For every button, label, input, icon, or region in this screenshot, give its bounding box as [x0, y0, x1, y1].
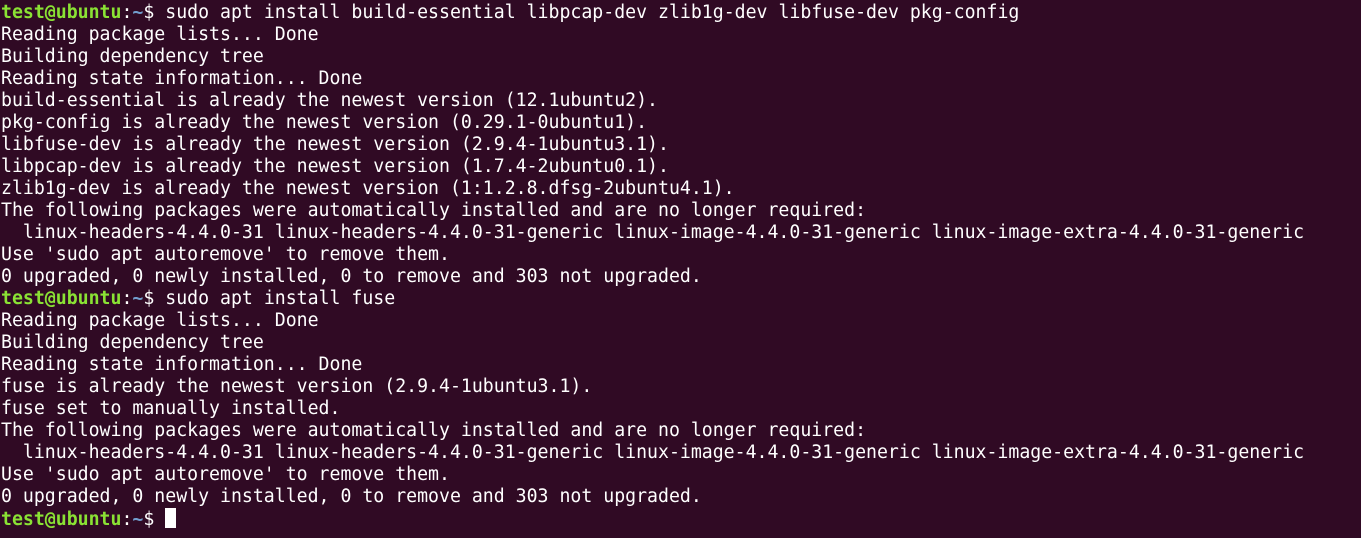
output-line: linux-headers-4.4.0-31 linux-headers-4.4…: [1, 222, 1305, 243]
output-line: Reading package lists... Done: [1, 310, 319, 331]
output-line: Use 'sudo apt autoremove' to remove them…: [1, 244, 450, 265]
output-line: zlib1g-dev is already the newest version…: [1, 178, 735, 199]
output-line: fuse is already the newest version (2.9.…: [1, 376, 593, 397]
prompt-separator: :: [121, 2, 133, 23]
prompt-separator: :: [121, 288, 133, 309]
terminal-window[interactable]: test@ubuntu:~$ sudo apt install build-es…: [0, 0, 1361, 538]
prompt-user-host: test@ubuntu: [1, 2, 122, 23]
prompt-path: ~: [132, 2, 144, 23]
output-line: libfuse-dev is already the newest versio…: [1, 134, 669, 155]
prompt-symbol: $: [143, 2, 166, 23]
prompt-separator: :: [121, 509, 133, 530]
output-line: fuse set to manually installed.: [1, 398, 341, 419]
prompt-symbol: $: [143, 509, 166, 530]
output-line: The following packages were automaticall…: [1, 420, 867, 441]
output-line: The following packages were automaticall…: [1, 200, 867, 221]
output-line: build-essential is already the newest ve…: [1, 90, 658, 111]
prompt-path: ~: [132, 509, 144, 530]
output-line: Building dependency tree: [1, 46, 264, 67]
output-line: 0 upgraded, 0 newly installed, 0 to remo…: [1, 486, 702, 507]
prompt-user-host: test@ubuntu: [1, 288, 122, 309]
prompt-line: test@ubuntu:~$ sudo apt install fuse: [1, 288, 1361, 310]
prompt-line: test@ubuntu:~$ sudo apt install build-es…: [1, 2, 1361, 24]
prompt-path: ~: [132, 288, 144, 309]
output-line: linux-headers-4.4.0-31 linux-headers-4.4…: [1, 442, 1305, 463]
output-line: 0 upgraded, 0 newly installed, 0 to remo…: [1, 266, 702, 287]
command-text: sudo apt install build-essential libpcap…: [165, 2, 1020, 23]
prompt-line: test@ubuntu:~$: [1, 508, 1361, 530]
output-line: Use 'sudo apt autoremove' to remove them…: [1, 464, 450, 485]
output-line: Building dependency tree: [1, 332, 264, 353]
output-line: libpcap-dev is already the newest versio…: [1, 156, 669, 177]
output-line: Reading package lists... Done: [1, 24, 319, 45]
output-line: Reading state information... Done: [1, 354, 363, 375]
command-text: sudo apt install fuse: [165, 288, 396, 309]
prompt-symbol: $: [143, 288, 166, 309]
output-line: pkg-config is already the newest version…: [1, 112, 648, 133]
output-line: Reading state information... Done: [1, 68, 363, 89]
prompt-user-host: test@ubuntu: [1, 509, 122, 530]
text-cursor[interactable]: [165, 508, 177, 528]
